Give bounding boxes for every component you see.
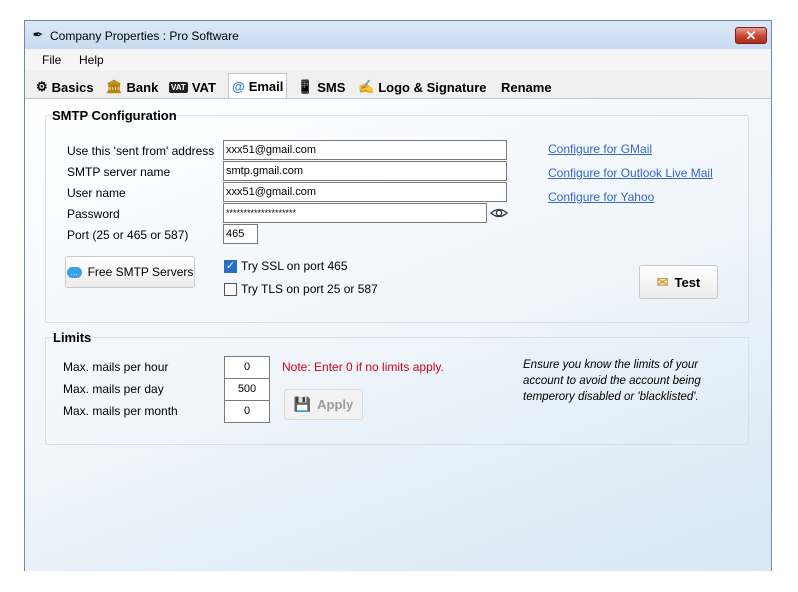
free-smtp-servers-label: Free SMTP Servers — [87, 265, 194, 279]
tls-checkbox[interactable] — [224, 283, 237, 296]
port-input[interactable]: 465 — [223, 224, 258, 244]
configure-yahoo-link[interactable]: Configure for Yahoo — [548, 190, 654, 204]
configure-outlook-link[interactable]: Configure for Outlook Live Mail — [548, 166, 713, 180]
free-smtp-servers-button[interactable]: … Free SMTP Servers — [65, 256, 195, 288]
hour-label: Max. mails per hour — [63, 360, 169, 374]
tab-vat[interactable]: VAT VAT — [169, 76, 216, 98]
menu-bar — [25, 49, 771, 71]
vat-icon: VAT — [169, 81, 188, 93]
username-input[interactable]: xxx51@gmail.com — [223, 182, 507, 202]
app-logo-icon: ✒ — [32, 27, 44, 42]
tab-label: Logo & Signature — [378, 79, 487, 95]
server-label: SMTP server name — [67, 165, 171, 179]
tab-label: SMS — [317, 79, 346, 95]
tab-label: Email — [248, 78, 284, 94]
tab-label: Bank — [126, 79, 159, 95]
limits-info-text: Ensure you know the limits of your accou… — [523, 359, 701, 403]
username-label: User name — [67, 186, 126, 200]
speech-bubble-icon: … — [66, 266, 82, 278]
month-label: Max. mails per month — [63, 404, 178, 418]
floppy-disk-icon: 💾 — [293, 396, 312, 412]
tab-email[interactable]: @ Email — [228, 73, 288, 98]
ssl-label: Try SSL on port 465 — [241, 259, 348, 273]
at-icon: @ — [232, 78, 245, 94]
ssl-checkbox[interactable]: ✓ — [224, 260, 237, 273]
envelope-icon: ✉ — [656, 273, 669, 290]
month-limit-input[interactable]: 0 — [224, 400, 270, 423]
phone-icon: 📱 — [297, 79, 314, 94]
menu-file[interactable]: File — [42, 53, 61, 67]
limits-note: Note: Enter 0 if no limits apply. — [282, 360, 444, 374]
password-input[interactable]: ******************** — [223, 203, 487, 223]
window-title: Company Properties : Pro Software — [50, 29, 239, 43]
tab-logo-signature[interactable]: ✍ Logo & Signature — [358, 76, 487, 98]
password-label: Password — [67, 207, 120, 221]
sent-from-input[interactable]: xxx51@gmail.com — [223, 140, 507, 160]
menu-help[interactable]: Help — [79, 53, 104, 67]
smtp-group-title: SMTP Configuration — [52, 108, 177, 123]
signature-icon: ✍ — [358, 79, 375, 94]
bank-icon: 🏛 — [106, 79, 123, 94]
sent-from-label: Use this 'sent from' address — [67, 144, 215, 158]
port-label: Port (25 or 465 or 587) — [67, 228, 189, 242]
close-button[interactable]: ✕ — [735, 27, 767, 44]
show-password-eye-icon[interactable] — [490, 205, 508, 221]
server-input[interactable]: smtp.gmail.com — [223, 161, 507, 181]
limits-group-title: Limits — [53, 330, 92, 345]
test-button[interactable]: ✉ Test — [639, 265, 718, 299]
tab-bank[interactable]: 🏛 Bank — [106, 76, 158, 98]
configure-gmail-link[interactable]: Configure for GMail — [548, 142, 652, 156]
day-limit-input[interactable]: 500 — [224, 378, 270, 401]
tab-sms[interactable]: 📱 SMS — [297, 76, 345, 98]
tab-basics[interactable]: ⚙ Basics — [36, 76, 94, 98]
tab-label: VAT — [191, 79, 216, 95]
test-label: Test — [674, 274, 701, 290]
tab-rename[interactable]: Rename — [501, 76, 552, 98]
tab-label: Rename — [501, 79, 552, 95]
day-label: Max. mails per day — [63, 382, 164, 396]
tls-label: Try TLS on port 25 or 587 — [241, 282, 378, 296]
gear-icon: ⚙ — [36, 79, 48, 94]
hour-limit-input[interactable]: 0 — [224, 356, 270, 379]
tab-label: Basics — [51, 79, 94, 95]
apply-label: Apply — [317, 397, 354, 412]
apply-button[interactable]: 💾 Apply — [284, 389, 363, 420]
